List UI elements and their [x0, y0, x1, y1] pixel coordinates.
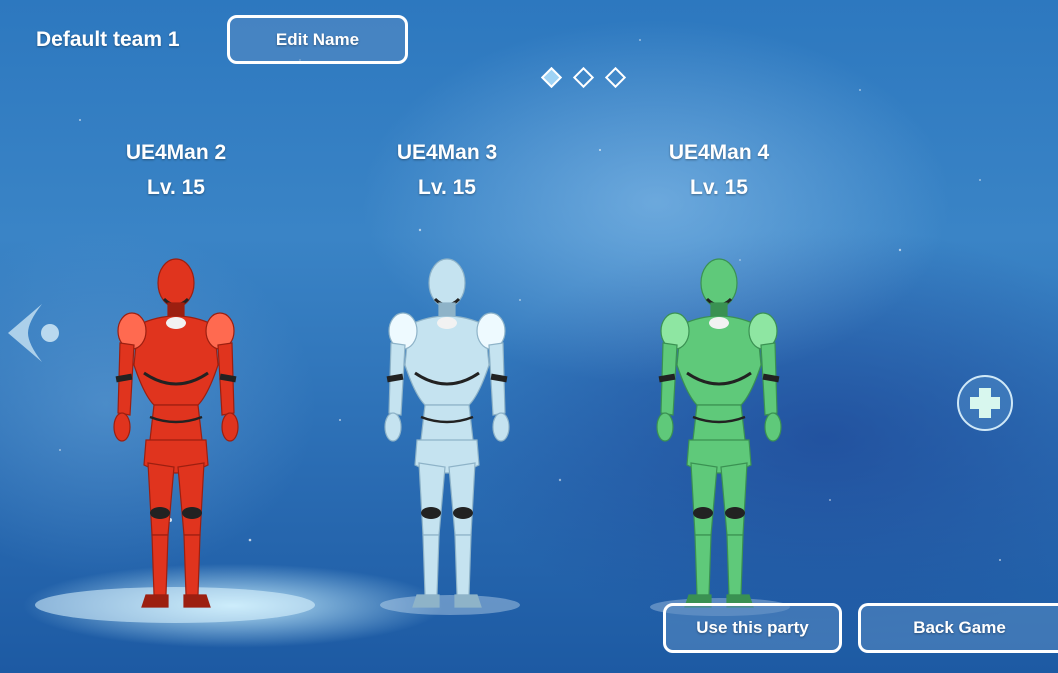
character-model-3[interactable]: [639, 255, 799, 615]
page-dot-3[interactable]: [604, 66, 627, 89]
party-member-3: UE4Man 4 Lv. 15: [609, 138, 829, 208]
page-dot-2[interactable]: [572, 66, 595, 89]
member-level: Lv. 15: [690, 176, 748, 199]
use-party-button[interactable]: Use this party: [663, 603, 842, 653]
character-model-2[interactable]: [367, 255, 527, 615]
party-member-1: UE4Man 2 Lv. 15: [66, 138, 286, 208]
edit-name-button[interactable]: Edit Name: [227, 15, 408, 64]
page-indicator: [540, 66, 630, 89]
member-level: Lv. 15: [418, 176, 476, 199]
member-name: UE4Man 3: [396, 141, 498, 164]
party-member-2: UE4Man 3 Lv. 15: [337, 138, 557, 208]
back-game-button[interactable]: Back Game: [858, 603, 1058, 653]
team-name: Default team 1: [36, 28, 180, 51]
plus-icon[interactable]: [956, 374, 1014, 432]
member-name: UE4Man 2: [125, 141, 227, 164]
member-level: Lv. 15: [147, 176, 205, 199]
character-model-1[interactable]: [96, 255, 256, 615]
arrow-left-icon[interactable]: [2, 300, 66, 366]
page-dot-1[interactable]: [540, 66, 563, 89]
member-name: UE4Man 4: [668, 141, 770, 164]
